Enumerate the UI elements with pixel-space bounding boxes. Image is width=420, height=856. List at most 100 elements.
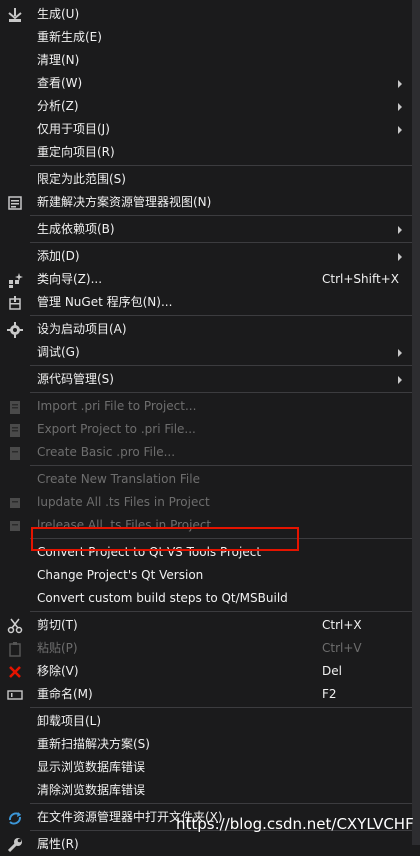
menu-item-label: lupdate All .ts Files in Project xyxy=(37,495,210,509)
window-edge xyxy=(412,0,420,845)
delete-icon xyxy=(6,663,24,681)
menu-item-shortcut: Del xyxy=(322,664,342,678)
menu-item-label: 卸载项目(L) xyxy=(37,714,102,728)
menu-item-1-1-n[interactable]: 新建解决方案资源管理器视图(N) xyxy=(0,191,412,214)
menu-separator xyxy=(30,707,412,708)
menu-item-label: Create Basic .pro File... xyxy=(37,445,176,459)
refresh-folder-icon xyxy=(6,809,24,827)
menu-separator xyxy=(30,315,412,316)
create-pro-icon xyxy=(6,444,24,462)
menu-item-label: 调试(G) xyxy=(37,345,80,359)
menu-item-10-2[interactable]: 显示浏览数据库错误 xyxy=(0,756,412,779)
menu-item-0-1-e[interactable]: 重新生成(E) xyxy=(0,26,412,49)
menu-item-label: Export Project to .pri File... xyxy=(37,422,196,436)
menu-item-10-3[interactable]: 清除浏览数据库错误 xyxy=(0,779,412,802)
menu-item-label: 生成依赖项(B) xyxy=(37,222,115,236)
chevron-right-icon xyxy=(398,349,402,357)
menu-item-label: 分析(Z) xyxy=(37,99,79,113)
menu-item-10-1-s[interactable]: 重新扫描解决方案(S) xyxy=(0,733,412,756)
menu-item-label: 限定为此范围(S) xyxy=(37,172,126,186)
menu-separator xyxy=(30,611,412,612)
menu-item-9-2-v[interactable]: 移除(V) Del xyxy=(0,660,412,683)
menu-item-9-0-t[interactable]: 剪切(T) Ctrl+X xyxy=(0,614,412,637)
menu-item-5-0-s[interactable]: 源代码管理(S) xyxy=(0,368,412,391)
menu-item-label: 重命名(M) xyxy=(37,687,93,701)
menu-item-label: Create New Translation File xyxy=(37,472,200,486)
lrelease-icon xyxy=(6,517,24,535)
menu-item-shortcut: Ctrl+Shift+X xyxy=(322,272,399,286)
chevron-right-icon xyxy=(398,103,402,111)
highlight-box xyxy=(31,527,299,551)
menu-item-3-1-z[interactable]: 类向导(Z)... Ctrl+Shift+X xyxy=(0,268,412,291)
menu-item-1-0-s[interactable]: 限定为此范围(S) xyxy=(0,168,412,191)
menu-item-label: 清理(N) xyxy=(37,53,80,67)
menu-item-7-1-lupdate-all-ts-files-in-project: lupdate All .ts Files in Project xyxy=(0,491,412,514)
chevron-right-icon xyxy=(398,226,402,234)
menu-item-10-0-l[interactable]: 卸载项目(L) xyxy=(0,710,412,733)
chevron-right-icon xyxy=(398,126,402,134)
menu-item-3-2-nuget-n[interactable]: 管理 NuGet 程序包(N)... xyxy=(0,291,412,314)
menu-item-8-2-convert-custom-build-steps-to-qt-msbuild[interactable]: Convert custom build steps to Qt/MSBuild xyxy=(0,587,412,610)
menu-item-3-0-d[interactable]: 添加(D) xyxy=(0,245,412,268)
build-icon xyxy=(6,6,24,24)
gear-icon xyxy=(6,321,24,339)
menu-item-0-2-n[interactable]: 清理(N) xyxy=(0,49,412,72)
menu-separator xyxy=(30,392,412,393)
menu-separator xyxy=(30,465,412,466)
lupdate-icon xyxy=(6,494,24,512)
menu-item-label: 重定向项目(R) xyxy=(37,145,115,159)
menu-item-label: 仅用于项目(J) xyxy=(37,122,110,136)
menu-item-0-6-r[interactable]: 重定向项目(R) xyxy=(0,141,412,164)
menu-item-label: 移除(V) xyxy=(37,664,79,678)
menu-separator xyxy=(30,365,412,366)
menu-item-label: 管理 NuGet 程序包(N)... xyxy=(37,295,173,309)
menu-item-6-2-create-basic-pro-file: Create Basic .pro File... xyxy=(0,441,412,464)
menu-item-label: 剪切(T) xyxy=(37,618,78,632)
menu-item-9-3-m[interactable]: 重命名(M) F2 xyxy=(0,683,412,706)
menu-item-7-0-create-new-translation-file: Create New Translation File xyxy=(0,468,412,491)
menu-item-label: Convert custom build steps to Qt/MSBuild xyxy=(37,591,288,605)
menu-item-8-1-change-project-s-qt-version[interactable]: Change Project's Qt Version xyxy=(0,564,412,587)
menu-item-label: 查看(W) xyxy=(37,76,83,90)
menu-item-label: Change Project's Qt Version xyxy=(37,568,204,582)
menu-item-label: 重新扫描解决方案(S) xyxy=(37,737,150,751)
menu-item-4-0-a[interactable]: 设为启动项目(A) xyxy=(0,318,412,341)
nuget-package-icon xyxy=(6,294,24,312)
menu-item-0-0-u[interactable]: 生成(U) xyxy=(0,3,412,26)
class-wizard-icon xyxy=(6,271,24,289)
menu-item-label: 清除浏览数据库错误 xyxy=(37,783,146,797)
chevron-right-icon xyxy=(398,376,402,384)
menu-separator xyxy=(30,165,412,166)
menu-item-label: 源代码管理(S) xyxy=(37,372,114,386)
wrench-icon xyxy=(6,836,24,854)
paste-icon xyxy=(6,640,24,658)
scissors-icon xyxy=(6,617,24,635)
rename-icon xyxy=(6,686,24,704)
menu-item-0-5-j[interactable]: 仅用于项目(J) xyxy=(0,118,412,141)
menu-item-4-1-g[interactable]: 调试(G) xyxy=(0,341,412,364)
menu-item-shortcut: F2 xyxy=(322,687,337,701)
menu-item-label: 粘贴(P) xyxy=(37,641,78,655)
new-solution-view-icon xyxy=(6,194,24,212)
export-pri-icon xyxy=(6,421,24,439)
menu-item-shortcut: Ctrl+V xyxy=(322,641,362,655)
menu-separator xyxy=(30,803,412,804)
menu-item-label: Import .pri File to Project... xyxy=(37,399,197,413)
chevron-right-icon xyxy=(398,253,402,261)
menu-item-label: 重新生成(E) xyxy=(37,30,102,44)
import-pri-icon xyxy=(6,398,24,416)
menu-separator xyxy=(30,215,412,216)
menu-item-0-4-z[interactable]: 分析(Z) xyxy=(0,95,412,118)
watermark: https://blog.csdn.net/CXYLVCHF xyxy=(176,815,414,833)
menu-item-label: 类向导(Z)... xyxy=(37,272,103,286)
menu-item-9-1-p: 粘贴(P) Ctrl+V xyxy=(0,637,412,660)
menu-item-label: 设为启动项目(A) xyxy=(37,322,127,336)
menu-item-label: 生成(U) xyxy=(37,7,80,21)
menu-item-label: 添加(D) xyxy=(37,249,80,263)
menu-item-label: 新建解决方案资源管理器视图(N) xyxy=(37,195,212,209)
menu-item-2-0-b[interactable]: 生成依赖项(B) xyxy=(0,218,412,241)
menu-item-0-3-w[interactable]: 查看(W) xyxy=(0,72,412,95)
menu-separator xyxy=(30,242,412,243)
menu-item-label: 显示浏览数据库错误 xyxy=(37,760,146,774)
menu-item-6-1-export-project-to-pri-file: Export Project to .pri File... xyxy=(0,418,412,441)
